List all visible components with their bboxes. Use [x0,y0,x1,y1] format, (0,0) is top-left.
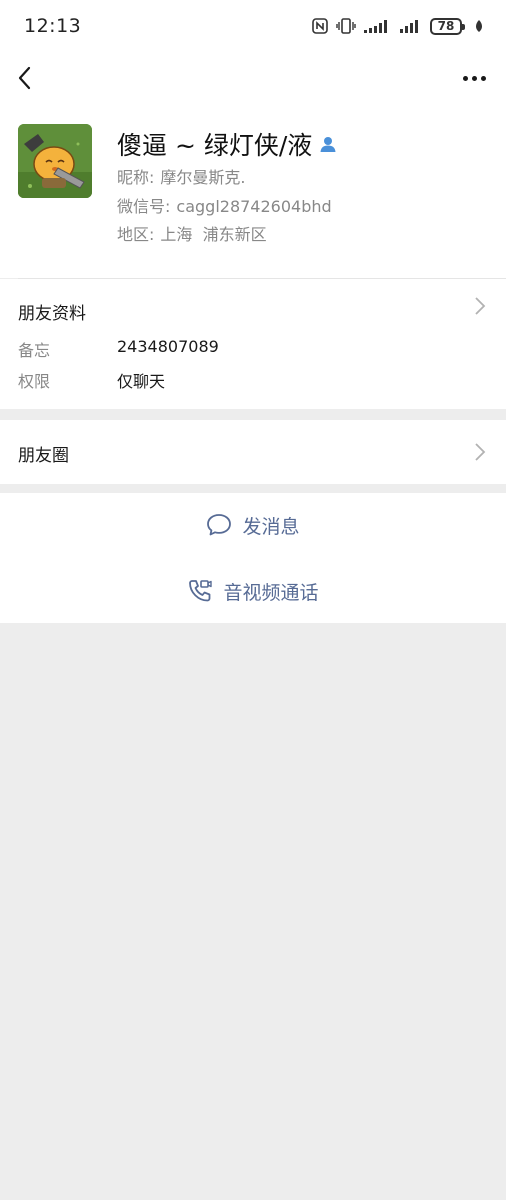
nickname-line: 昵称: 摩尔曼斯克. [117,164,246,188]
phone-video-icon [189,580,213,602]
send-message-label: 发消息 [242,515,300,538]
av-call-label: 音视频通话 [223,581,319,604]
signal-icon [364,20,387,33]
contact-profile-screen: 12:13 78 傻逼 ~ 绿灯侠/液 昵称: 摩尔曼斯克. 微信号: cagg… [0,0,506,1200]
send-message-button[interactable]: 发消息 [0,493,506,557]
display-name-row: 傻逼 ~ 绿灯侠/液 [117,126,338,162]
battery-icon: 78 [430,17,465,35]
wechat-id-label: 微信号: [117,197,171,216]
friend-info-title: 朋友资料 [18,304,86,324]
signal-icon [400,20,418,33]
remark-label: 备忘 [18,341,51,360]
wechat-id-value: caggl28742604bhd [176,197,332,216]
chevron-right-icon [475,443,486,461]
status-time: 12:13 [24,15,82,37]
permission-value: 仅聊天 [117,372,166,391]
nickname-value: 摩尔曼斯克. [160,168,246,187]
display-name: 傻逼 ~ 绿灯侠/液 [117,131,313,160]
wechat-id-line[interactable]: 微信号: caggl28742604bhd [117,193,332,217]
more-dots-icon[interactable] [460,66,488,90]
region-label: 地区: [117,225,155,244]
leaf-icon [476,20,482,32]
battery-level: 78 [437,19,455,33]
male-person-icon [318,134,338,154]
actions-section: 发消息 音视频通话 [0,493,506,623]
av-call-button[interactable]: 音视频通话 [0,559,506,623]
remark-value: 2434807089 [117,337,219,356]
vibrate-icon [336,18,356,34]
back-chevron-icon[interactable] [12,62,36,94]
avatar[interactable] [18,124,92,198]
chat-bubble-icon [207,514,232,536]
moments-row[interactable]: 朋友圈 [0,420,506,484]
region-line: 地区: 上海 浦东新区 [117,221,267,245]
region-value: 上海 浦东新区 [160,225,267,244]
moments-label: 朋友圈 [18,446,69,466]
chevron-right-icon [475,297,486,315]
permission-label: 权限 [18,372,51,391]
nfc-icon [312,18,328,34]
status-icons: 78 [312,17,484,35]
nav-bar [0,52,506,104]
nickname-label: 昵称: [117,168,155,187]
profile-header: 傻逼 ~ 绿灯侠/液 昵称: 摩尔曼斯克. 微信号: caggl28742604bh… [0,104,506,278]
friend-info-section[interactable]: 朋友资料 备忘 2434807089 权限 仅聊天 [0,279,506,409]
status-bar: 12:13 78 [0,0,506,52]
